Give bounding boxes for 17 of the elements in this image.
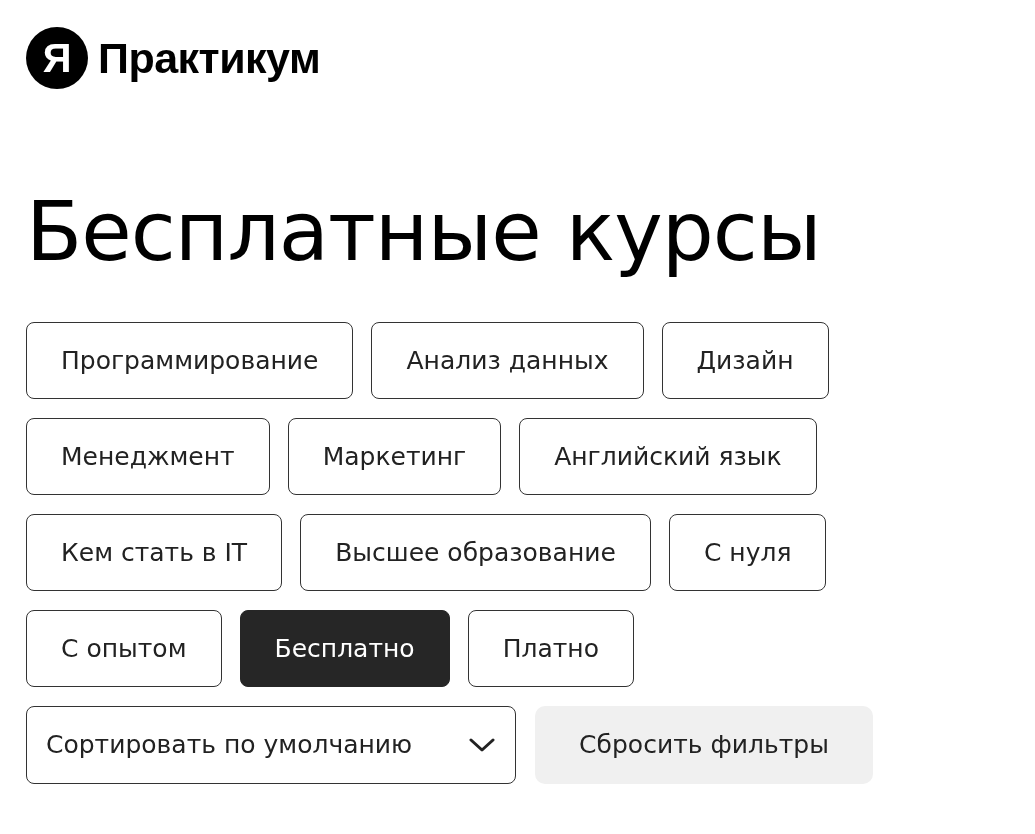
filter-chip[interactable]: Платно — [467, 610, 634, 687]
filter-chip[interactable]: С нуля — [668, 514, 827, 591]
filter-chip[interactable]: Высшее образование — [300, 514, 651, 591]
filter-chip[interactable]: Кем стать в IT — [26, 514, 283, 591]
chevron-down-icon — [469, 737, 495, 753]
filter-chip[interactable]: С опытом — [26, 610, 222, 687]
logo-text: Практикум — [98, 36, 321, 80]
filter-chip[interactable]: Английский язык — [519, 418, 817, 495]
filter-chip[interactable]: Менеджмент — [26, 418, 270, 495]
filter-chip[interactable]: Анализ данных — [371, 322, 644, 399]
sort-select[interactable]: Сортировать по умолчанию — [26, 706, 516, 784]
filter-chip[interactable]: Бесплатно — [239, 610, 450, 687]
reset-filters-button[interactable]: Сбросить фильтры — [535, 706, 873, 784]
filter-chip[interactable]: Дизайн — [661, 322, 829, 399]
filter-chip[interactable]: Маркетинг — [287, 418, 502, 495]
logo-mark: Я — [26, 27, 88, 89]
filter-chip[interactable]: Программирование — [26, 322, 354, 399]
